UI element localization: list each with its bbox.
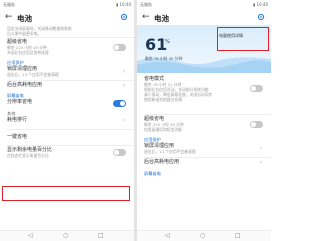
rank-row[interactable]: 耗电排行 › — [0, 117, 134, 128]
super-power-save-toggle[interactable] — [113, 44, 126, 51]
lock-clean-sub: 退出后，13 个应用不会被清理 — [7, 72, 59, 77]
battery-remaining: 剩余 76 小时 35 分钟 — [145, 56, 183, 61]
chevron-right-icon: › — [122, 68, 125, 75]
status-bar: 无服务 ▮ 10:40 — [137, 0, 271, 9]
power-save-mode-toggle[interactable] — [250, 85, 263, 92]
nav-back-icon[interactable]: ◁ — [165, 232, 170, 239]
ultra-save-row[interactable]: 超级省电 剩余 220 小时 49 分钟 仅保留通话和短信功能 — [137, 116, 271, 135]
gear-icon[interactable] — [120, 13, 128, 21]
highlight-box — [2, 186, 130, 201]
chevron-right-icon: › — [259, 145, 262, 152]
bg-app-row[interactable]: 后台高耗电应用 › — [0, 82, 134, 91]
ultra-save-toggle[interactable] — [250, 121, 263, 128]
lock-clean-row[interactable]: 锁屏清理应用 退出后，13 个应用不会被清理 › — [137, 143, 271, 156]
top-note: 设定关闭屏幕时，关闭移动数据和系统 后以便节省更多电。 — [0, 26, 134, 36]
power-save-mode-sub4: 使用新电池前建议充满 — [144, 97, 182, 102]
status-icons: ▮ 10:40 — [116, 2, 131, 7]
onekey-save-label: 一键省电 — [7, 134, 28, 140]
super-power-save-row[interactable]: 超级省电 剩余 220 小时 49 分钟 关闭后台应用及各种连接 — [0, 39, 134, 58]
gear-icon[interactable] — [257, 13, 265, 21]
chevron-right-icon: › — [122, 82, 125, 89]
chevron-right-icon: › — [259, 159, 262, 166]
onekey-save-row[interactable]: 一键省电 — [0, 131, 134, 144]
settings-list: 省电模式 剩余 76 小时 21 分钟 限制后台应用活动，关闭部分系统功能 减少… — [137, 76, 271, 177]
carrier-label: 无服务 — [140, 2, 152, 7]
nav-bar: ◁ ○ □ — [0, 230, 134, 241]
top-note-line2: 后以便节省更多电。 — [7, 31, 42, 36]
back-arrow-icon[interactable]: ← — [142, 12, 150, 22]
lock-clean-row[interactable]: 锁屏清理应用 退出后，13 个应用不会被清理 › — [0, 66, 134, 79]
status-icons: ▮ 10:40 — [253, 2, 268, 7]
chevron-right-icon: › — [122, 117, 125, 124]
show-percent-row[interactable]: 显示剩余电量百分比 在状态栏显示电量百分比 — [0, 147, 134, 161]
section-screen-save: 屏幕省电 — [144, 171, 161, 176]
battery-percent-sign: % — [165, 39, 170, 45]
back-arrow-icon[interactable]: ← — [5, 12, 13, 22]
right-screen: 无服务 ▮ 10:40 ← 电池 61 % 剩余 76 小时 35 分钟 电量使… — [137, 0, 271, 241]
power-save-mode-row[interactable]: 省电模式 剩余 76 小时 21 分钟 限制后台应用活动，关闭部分系统功能 减少… — [137, 76, 271, 113]
lock-clean-sub: 退出后，13 个应用不会被清理 — [144, 149, 196, 154]
bg-app-label: 后台高耗电应用 — [144, 159, 180, 165]
left-screen: 无服务 ▮ 10:40 ← 电池 设定关闭屏幕时，关闭移动数据和系统 后以便节省… — [0, 0, 134, 241]
app-bar: ← 电池 — [137, 10, 271, 25]
smart-res-row[interactable]: 分辨率省电 — [0, 99, 134, 109]
page-title: 电池 — [17, 14, 32, 23]
settings-list: 设定关闭屏幕时，关闭移动数据和系统 后以便节省更多电。 超级省电 剩余 220 … — [0, 26, 134, 161]
app-bar: ← 电池 — [0, 10, 134, 25]
page-title: 电池 — [154, 14, 169, 23]
status-bar: 无服务 ▮ 10:40 — [0, 0, 134, 9]
nav-recent-icon[interactable]: □ — [98, 232, 104, 239]
rank-label: 耗电排行 — [7, 117, 28, 123]
carrier-label: 无服务 — [3, 2, 15, 7]
bg-app-row[interactable]: 后台高耗电应用 › — [137, 159, 271, 169]
nav-home-icon[interactable]: ○ — [63, 232, 68, 239]
bg-app-label: 后台高耗电应用 — [7, 82, 43, 88]
smart-res-toggle[interactable] — [113, 100, 126, 107]
nav-recent-icon[interactable]: □ — [235, 232, 241, 239]
battery-percent: 61 — [145, 35, 168, 54]
nav-bar: ◁ ○ □ — [137, 230, 271, 241]
highlight-box — [217, 27, 269, 51]
nav-home-icon[interactable]: ○ — [200, 232, 205, 239]
show-percent-toggle[interactable] — [113, 149, 126, 156]
nav-back-icon[interactable]: ◁ — [28, 232, 33, 239]
